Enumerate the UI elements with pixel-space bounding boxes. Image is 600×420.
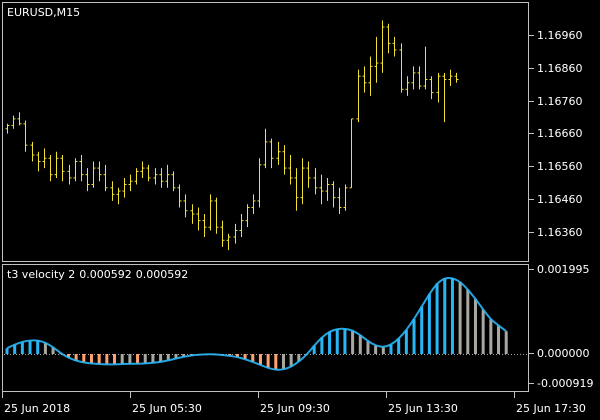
histogram-bar <box>128 354 132 364</box>
histogram-bar <box>389 344 393 354</box>
histogram-bar <box>143 354 147 364</box>
histogram-bar <box>28 340 32 354</box>
histogram-bar <box>97 354 101 365</box>
histogram-bar <box>358 334 362 354</box>
histogram-bar <box>351 330 355 354</box>
histogram-bar <box>113 354 117 365</box>
histogram-bar <box>36 340 40 354</box>
histogram-bar <box>105 354 109 365</box>
histogram-bar <box>89 354 93 364</box>
histogram-bar <box>266 354 270 369</box>
histogram-bar <box>151 354 155 363</box>
histogram-bar <box>136 354 140 364</box>
histogram-bar <box>450 277 454 354</box>
histogram-bar <box>374 345 378 354</box>
histogram-bar <box>497 325 501 354</box>
histogram-bar <box>328 331 332 354</box>
histogram-bar <box>435 283 439 354</box>
histogram-bar <box>120 354 124 365</box>
histogram-bar <box>274 354 278 370</box>
histogram-bar <box>427 293 431 354</box>
velocity-curve <box>6 276 507 371</box>
chart-canvas <box>4 20 528 371</box>
histogram-bar <box>281 354 285 370</box>
histogram-bar <box>458 281 462 354</box>
histogram-bar <box>381 347 385 354</box>
histogram-bar <box>420 306 424 354</box>
histogram-bar <box>504 331 508 354</box>
histogram-bar <box>466 289 470 354</box>
histogram-bar <box>412 319 416 354</box>
histogram-bar <box>481 309 485 354</box>
histogram-bar <box>335 328 339 354</box>
histogram-bar <box>404 330 408 354</box>
histogram-bar <box>473 298 477 354</box>
histogram-bar <box>258 354 262 365</box>
histogram-bar <box>397 338 401 354</box>
histogram-bar <box>20 341 24 354</box>
histogram-bar <box>489 319 493 354</box>
histogram-bar <box>5 348 9 354</box>
histogram-bar <box>443 277 447 354</box>
histogram-bar <box>343 328 347 354</box>
histogram-bar <box>366 341 370 354</box>
